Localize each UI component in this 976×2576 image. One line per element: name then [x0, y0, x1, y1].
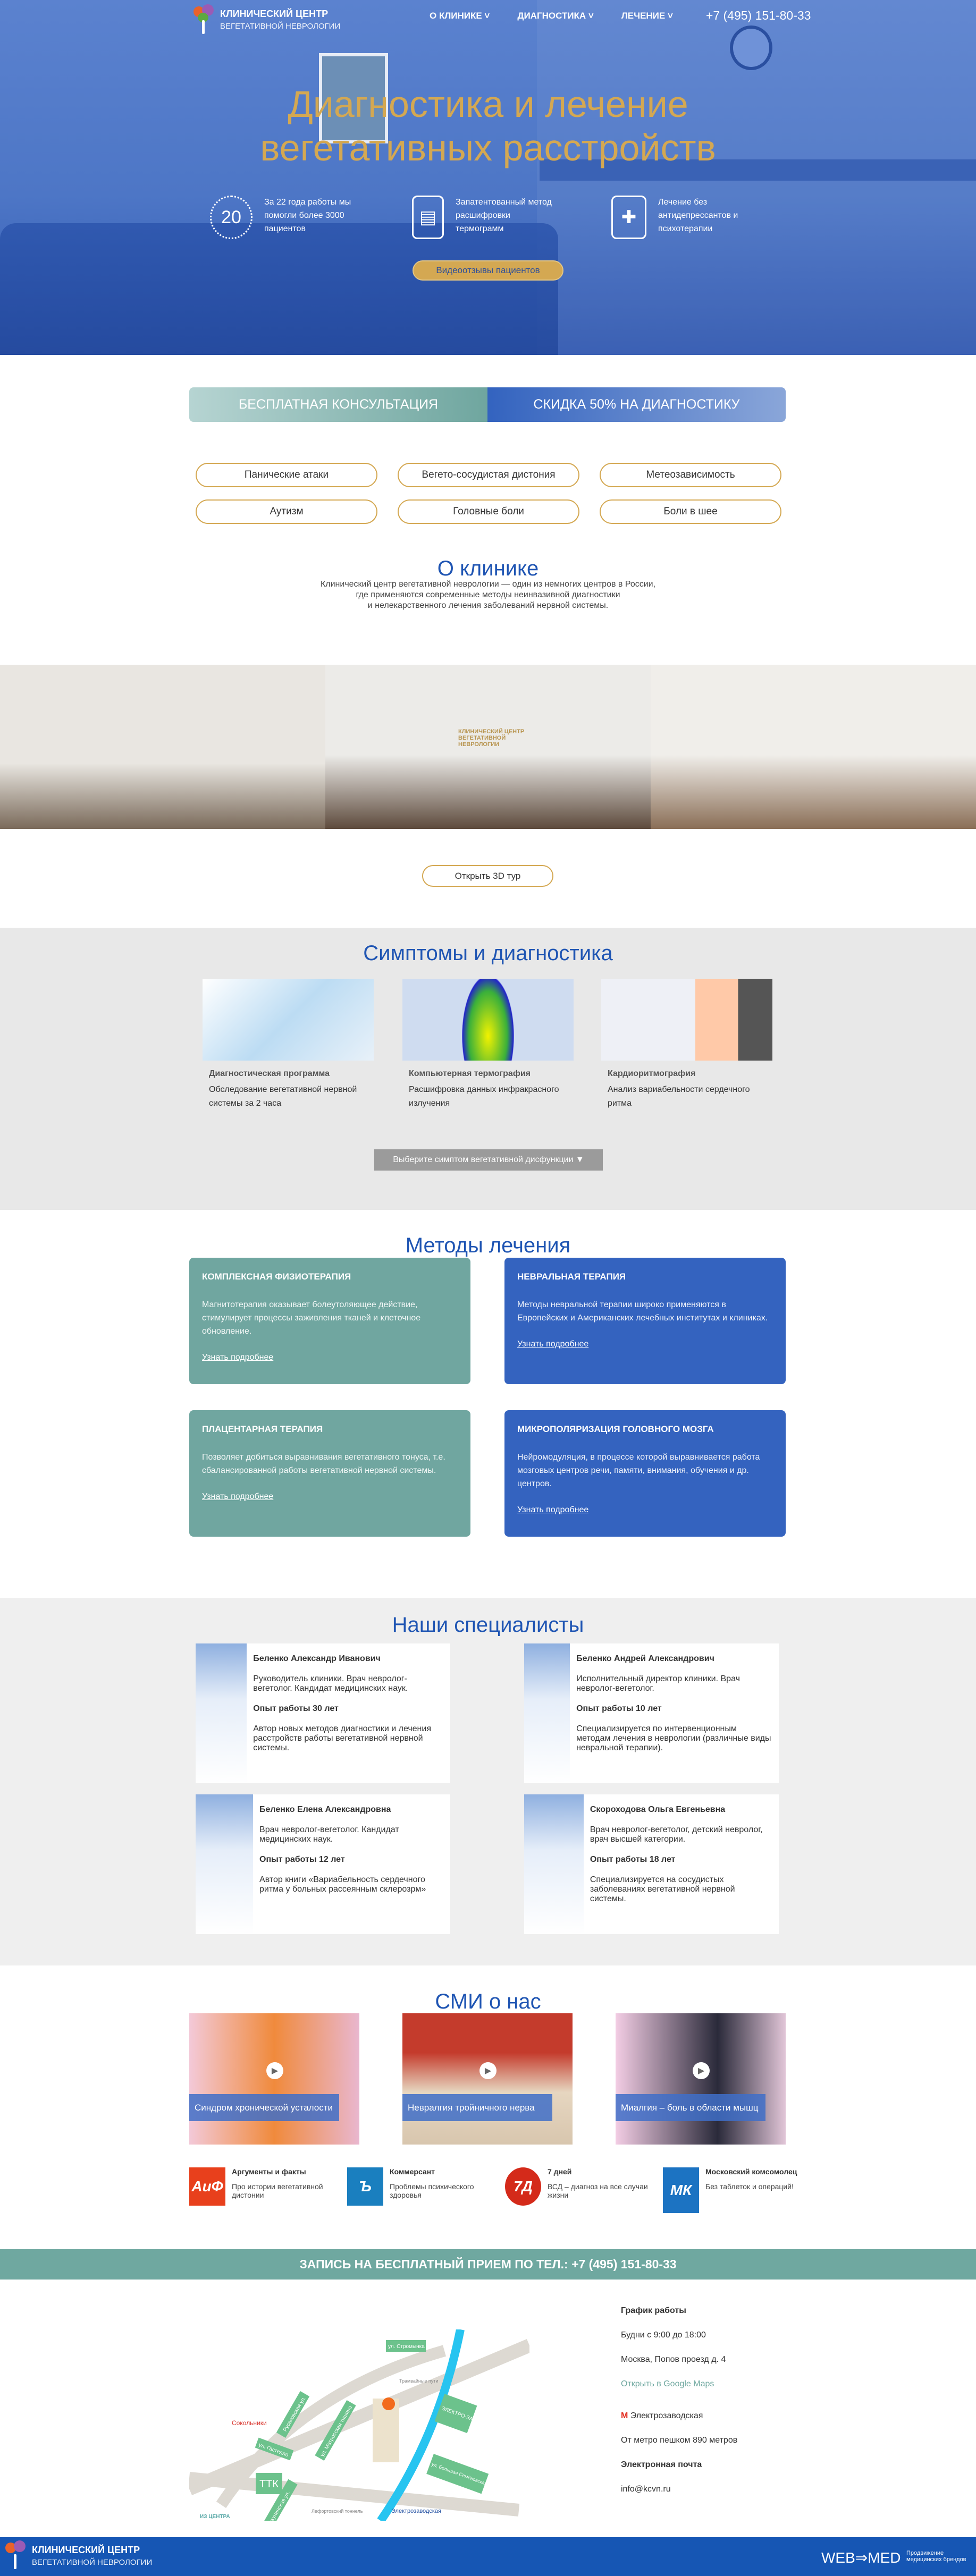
cardio-image — [601, 979, 772, 1061]
hero — [0, 0, 976, 355]
pill-bottle-icon: ✚ — [611, 196, 646, 239]
aif-logo: АиФ — [189, 2167, 225, 2206]
video-reviews-button[interactable]: Видеоотзывы пациентов — [413, 260, 563, 281]
google-maps-link[interactable]: Открыть в Google Maps — [621, 2379, 737, 2411]
webmed-logo[interactable]: WEB⇒MED — [821, 2549, 901, 2566]
method-card: НЕВРАЛЬНАЯ ТЕРАПИЯ Методы невральной тера… — [504, 1258, 786, 1384]
press-item[interactable]: АиФ Аргументы и факты Про истории вегетати… — [189, 2167, 349, 2206]
header-phone[interactable]: +7 (495) 151-80-33 — [706, 9, 811, 23]
clinic-photo: КЛИНИЧЕСКИЙ ЦЕНТР ВЕГЕТАТИВНОЙ НЕВРОЛОГИ… — [325, 665, 651, 829]
learn-more-link[interactable]: Узнать подробнее — [517, 1505, 588, 1515]
specialists-title: Наши специалисты — [392, 1613, 584, 1637]
contacts: График работы Будни с 9:00 до 18:00 Моск… — [621, 2306, 737, 2509]
press-item[interactable]: МК Московский комсомолец Без таблеток и оп… — [663, 2167, 822, 2213]
methods-title: Методы лечения — [405, 1234, 571, 1257]
tree-logo-icon — [3, 2540, 28, 2571]
learn-more-link[interactable]: Узнать подробнее — [202, 1353, 273, 1362]
nav-treatment[interactable]: ЛЕЧЕНИЕ ˅ — [621, 11, 673, 21]
specialist-card: Скороходова Ольга Евгеньевна Врач невроло… — [524, 1794, 779, 1934]
booking-banner[interactable]: ЗАПИСЬ НА БЕСПЛАТНЫЙ ПРИЕМ ПО ТЕЛ.: +7 (… — [0, 2249, 976, 2280]
sofa-background — [0, 223, 558, 355]
kommersant-logo: Ъ — [347, 2167, 383, 2206]
svg-text:ул. Стромынка: ул. Стромынка — [388, 2344, 425, 2350]
about-text: Клинический центр вегетативной неврологи… — [320, 580, 656, 610]
clinic-photo-strip: КЛИНИЧЕСКИЙ ЦЕНТР ВЕГЕТАТИВНОЙ НЕВРОЛОГИ… — [0, 665, 976, 829]
specialist-card: Беленко Андрей Александрович Исполнительн… — [524, 1643, 779, 1783]
specialist-card: Беленко Александр Иванович Руководитель к… — [196, 1643, 450, 1783]
clock-decoration — [730, 26, 772, 70]
doctor-photo — [524, 1643, 570, 1783]
symptom-select[interactable]: Выберите симптом вегетативной дисфункции… — [374, 1149, 603, 1171]
video-thumbnail[interactable]: ▶ Невралгия тройничного нерва — [402, 2013, 573, 2145]
mk-logo: МК — [663, 2167, 699, 2213]
nav-diagnostics[interactable]: ДИАГНОСТИКА ˅ — [517, 11, 594, 21]
metro-icon: M — [621, 2411, 628, 2420]
diagnostics-discount-button[interactable]: СКИДКА 50% НА ДИАГНОСТИКУ — [487, 387, 786, 422]
footer-logo[interactable]: КЛИНИЧЕСКИЙ ЦЕНТР ВЕГЕТАТИВНОЙ НЕВРОЛОГИИ — [3, 2540, 152, 2571]
symptom-pill[interactable]: Панические атаки — [196, 463, 377, 487]
press-item[interactable]: Ъ Коммерсант Проблемы психического здоровь… — [347, 2167, 507, 2206]
media-title: СМИ о нас — [435, 1990, 541, 2013]
nav-about[interactable]: О КЛИНИКЕ ˅ — [430, 11, 490, 21]
svg-text:Сокольники: Сокольники — [232, 2419, 267, 2427]
learn-more-link[interactable]: Узнать подробнее — [202, 1492, 273, 1502]
location-map[interactable]: ул. Стромынка Русаковская ул. ул. Матрос… — [189, 2329, 529, 2521]
symptom-pill[interactable]: Боли в шее — [600, 499, 781, 524]
diagnostic-card[interactable]: Диагностическая программа Обследование ве… — [203, 979, 374, 1111]
press-item[interactable]: 7Д 7 дней ВСД – диагноз на все случаи жизн… — [505, 2167, 664, 2206]
doctor-photo — [196, 1643, 247, 1783]
feature-experience: 20 За 22 года работы мы помогли более 300… — [210, 196, 357, 239]
diagnostic-image — [203, 979, 374, 1061]
svg-text:Трамвайные пути: Трамвайные пути — [399, 2378, 438, 2384]
symptom-pill[interactable]: Головные боли — [398, 499, 579, 524]
logo[interactable]: КЛИНИЧЕСКИЙ ЦЕНТР ВЕГЕТАТИВНОЙ НЕВРОЛОГИИ — [191, 4, 340, 35]
certificate-icon: ▤ — [412, 196, 444, 239]
diagnostics-title: Симптомы и диагностика — [363, 942, 613, 965]
thermography-image — [402, 979, 574, 1061]
svg-text:ИЗ ЦЕНТРА: ИЗ ЦЕНТРА — [200, 2514, 230, 2520]
clinic-photo — [651, 665, 976, 829]
map-road — [189, 2339, 529, 2495]
clinic-photo — [0, 665, 325, 829]
diagnostic-card[interactable]: Компьютерная термография Расшифровка данн… — [402, 979, 574, 1111]
play-icon: ▶ — [479, 2062, 497, 2079]
doctor-photo — [196, 1794, 254, 1934]
diagnostic-card[interactable]: Кардиоритмография Анализ вариабельности с… — [601, 979, 772, 1111]
feature-no-drugs: ✚ Лечение без антидепрессантов и психотер… — [611, 196, 746, 239]
promo-bar: БЕСПЛАТНАЯ КОНСУЛЬТАЦИЯ СКИДКА 50% НА ДИ… — [189, 387, 786, 422]
about-title: О клинике — [437, 557, 539, 580]
doctor-photo — [524, 1794, 584, 1934]
symptom-pill[interactable]: Аутизм — [196, 499, 377, 524]
method-card: МИКРОПОЛЯРИЗАЦИЯ ГОЛОВНОГО МОЗГА Нейромод… — [504, 1410, 786, 1537]
symptom-pill[interactable]: Метеозависимость — [600, 463, 781, 487]
play-icon: ▶ — [693, 2062, 710, 2079]
learn-more-link[interactable]: Узнать подробнее — [517, 1340, 588, 1349]
3d-tour-button[interactable]: Открыть 3D тур — [422, 865, 553, 887]
method-card: ПЛАЦЕНТАРНАЯ ТЕРАПИЯ Позволяет добиться в… — [189, 1410, 470, 1537]
video-thumbnail[interactable]: ▶ Синдром хронической усталости — [189, 2013, 359, 2145]
feature-patent: ▤ Запатентованный метод расшифровки термо… — [412, 196, 554, 239]
laurel-20-icon: 20 — [210, 196, 253, 239]
svg-text:ТТК: ТТК — [259, 2478, 279, 2490]
symptom-pill[interactable]: Вегето-сосудистая дистония — [398, 463, 579, 487]
method-card: КОМПЛЕКСНАЯ ФИЗИОТЕРАПИЯ Магнитотерапия о… — [189, 1258, 470, 1384]
play-icon: ▶ — [266, 2062, 283, 2079]
clinic-pin-icon — [382, 2397, 395, 2410]
svg-text:Лефортовский тоннель: Лефортовский тоннель — [312, 2509, 363, 2514]
7-days-logo: 7Д — [505, 2167, 541, 2206]
tree-logo-icon — [191, 4, 216, 35]
hero-title: Диагностика и лечение вегетативных расстр… — [260, 83, 716, 168]
main-nav: О КЛИНИКЕ ˅ ДИАГНОСТИКА ˅ ЛЕЧЕНИЕ ˅ +7 (… — [430, 9, 811, 23]
svg-text:Электрозаводская: Электрозаводская — [391, 2508, 441, 2514]
svg-text:р. Яуза: р. Яуза — [403, 2434, 416, 2452]
free-consultation-button[interactable]: БЕСПЛАТНАЯ КОНСУЛЬТАЦИЯ — [189, 387, 487, 422]
email-link[interactable]: info@kcvn.ru — [621, 2485, 737, 2509]
specialist-card: Беленко Елена Александровна Врач невролог… — [196, 1794, 450, 1934]
footer: КЛИНИЧЕСКИЙ ЦЕНТР ВЕГЕТАТИВНОЙ НЕВРОЛОГИИ… — [0, 2537, 976, 2576]
video-thumbnail[interactable]: ▶ Миалгия – боль в области мышц — [616, 2013, 786, 2145]
specialists-section — [0, 1598, 976, 1965]
